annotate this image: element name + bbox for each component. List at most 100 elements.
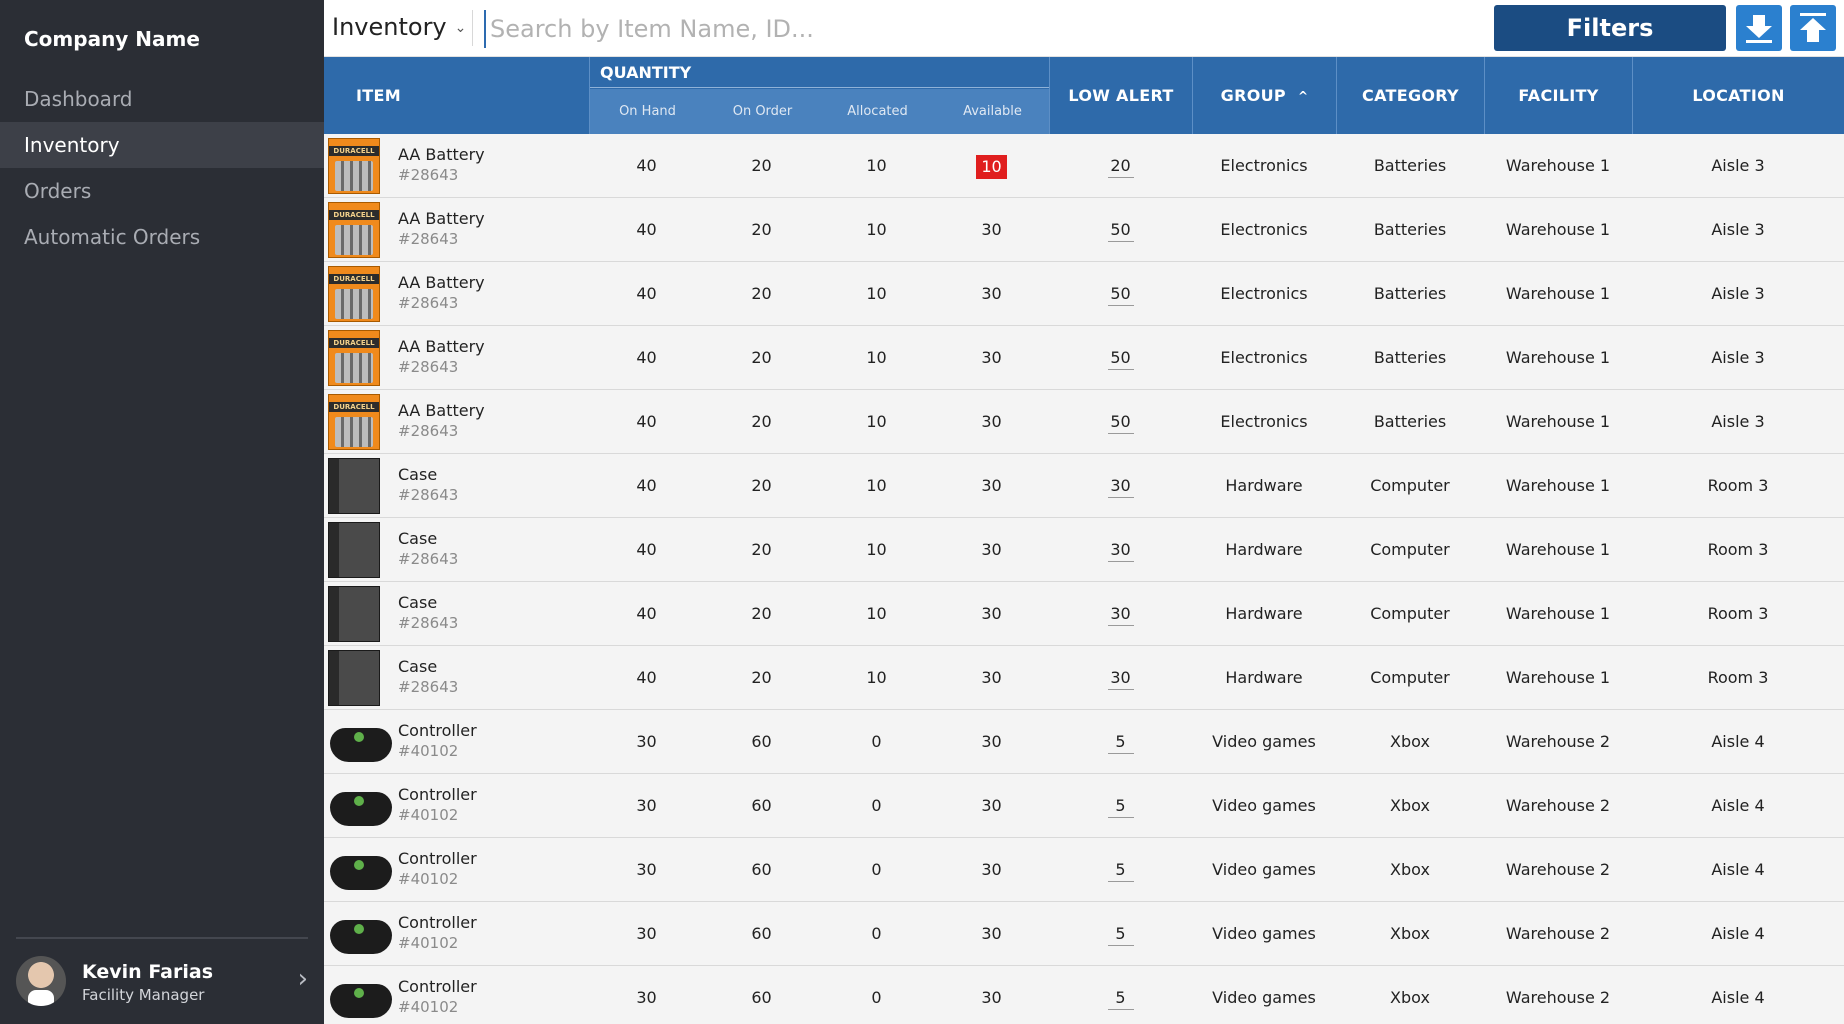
- cell-group-value: Video games: [1212, 860, 1316, 879]
- upload-button[interactable]: [1790, 5, 1836, 51]
- user-profile[interactable]: Kevin Farias Facility Manager ›: [16, 954, 308, 1010]
- cell-facility-value: Warehouse 1: [1505, 412, 1611, 431]
- cell-facility-value: Warehouse 1: [1505, 540, 1611, 559]
- cell-group: Video games: [1192, 966, 1336, 1024]
- view-select[interactable]: Inventory ⌄: [332, 13, 466, 41]
- cell-category-value: Xbox: [1390, 860, 1430, 879]
- item-name: Case: [398, 465, 438, 484]
- cell-group-value: Electronics: [1220, 284, 1308, 303]
- cell-allocated-value: 0: [871, 796, 882, 815]
- low-alert-input[interactable]: 20: [1107, 155, 1134, 178]
- column-header-item[interactable]: ITEM: [324, 57, 589, 134]
- column-header-location[interactable]: LOCATION: [1632, 57, 1844, 134]
- cell-on-order-value: 20: [751, 220, 772, 239]
- column-header-facility[interactable]: FACILITY: [1484, 57, 1632, 134]
- cell-category: Computer: [1336, 582, 1484, 646]
- sidebar-item-dashboard[interactable]: Dashboard: [0, 76, 324, 122]
- cell-facility: Warehouse 1: [1484, 646, 1632, 710]
- table-row[interactable]: Controller #40102 30 60 0 30 5 Video games Xbox W…: [324, 902, 1844, 966]
- cell-on-hand: 40: [589, 646, 704, 710]
- sort-ascending-icon: ^: [1297, 88, 1309, 103]
- cell-location: Aisle 3: [1632, 262, 1844, 326]
- cell-location: Aisle 4: [1632, 774, 1844, 838]
- column-header-group[interactable]: GROUP ^: [1192, 57, 1336, 134]
- cell-location: Room 3: [1632, 582, 1844, 646]
- cell-facility: Warehouse 2: [1484, 710, 1632, 774]
- cell-on-order: 20: [704, 198, 819, 262]
- low-alert-input[interactable]: 30: [1107, 667, 1134, 690]
- table-row[interactable]: AA Battery #28643 40 20 10 30 50 Electronics Bat…: [324, 198, 1844, 262]
- item-name: Controller: [398, 913, 477, 932]
- item-thumbnail: [328, 138, 380, 194]
- column-header-category[interactable]: CATEGORY: [1336, 57, 1484, 134]
- low-alert-input[interactable]: 5: [1107, 731, 1134, 754]
- table-row[interactable]: AA Battery #28643 40 20 10 10 20 Electronics Bat…: [324, 134, 1844, 198]
- cell-available-value: 30: [981, 476, 1002, 495]
- low-alert-input[interactable]: 50: [1107, 411, 1134, 434]
- cell-facility: Warehouse 1: [1484, 518, 1632, 582]
- table-row[interactable]: AA Battery #28643 40 20 10 30 50 Electronics Bat…: [324, 326, 1844, 390]
- table-row[interactable]: Controller #40102 30 60 0 30 5 Video games Xbox W…: [324, 838, 1844, 902]
- table-row[interactable]: Controller #40102 30 60 0 30 5 Video games Xbox W…: [324, 710, 1844, 774]
- cell-low-alert: 30: [1049, 582, 1192, 646]
- table-row[interactable]: AA Battery #28643 40 20 10 30 50 Electronics Bat…: [324, 262, 1844, 326]
- sidebar-item-inventory[interactable]: Inventory: [0, 122, 324, 168]
- low-alert-input[interactable]: 30: [1107, 539, 1134, 562]
- column-header-allocated[interactable]: Allocated: [820, 89, 935, 134]
- table-row[interactable]: Case #28643 40 20 10 30 30 Hardware Computer Ware…: [324, 646, 1844, 710]
- cell-on-order-value: 20: [751, 348, 772, 367]
- low-alert-input[interactable]: 30: [1107, 603, 1134, 626]
- download-button[interactable]: [1736, 5, 1782, 51]
- cell-allocated: 0: [819, 902, 934, 966]
- sidebar-divider: [16, 937, 308, 939]
- low-alert-input[interactable]: 5: [1107, 987, 1134, 1010]
- download-icon: [1746, 15, 1772, 43]
- low-alert-input[interactable]: 5: [1107, 923, 1134, 946]
- table-row[interactable]: AA Battery #28643 40 20 10 30 50 Electronics Bat…: [324, 390, 1844, 454]
- item-name: AA Battery: [398, 145, 485, 164]
- cell-on-hand: 30: [589, 966, 704, 1024]
- filters-button[interactable]: Filters: [1494, 5, 1726, 51]
- cell-facility-value: Warehouse 1: [1505, 156, 1611, 175]
- cell-on-order-value: 20: [751, 604, 772, 623]
- column-header-low-alert[interactable]: LOW ALERT: [1049, 57, 1192, 134]
- cell-on-hand-value: 40: [636, 348, 657, 367]
- cell-available: 30: [934, 198, 1049, 262]
- column-header-available[interactable]: Available: [935, 89, 1050, 134]
- cell-allocated: 0: [819, 774, 934, 838]
- cell-on-hand-value: 30: [636, 796, 657, 815]
- cell-facility: Warehouse 2: [1484, 774, 1632, 838]
- item-id: #40102: [398, 870, 459, 888]
- cell-available: 30: [934, 582, 1049, 646]
- cell-category: Batteries: [1336, 262, 1484, 326]
- table-row[interactable]: Controller #40102 30 60 0 30 5 Video games Xbox W…: [324, 966, 1844, 1024]
- table-row[interactable]: Case #28643 40 20 10 30 30 Hardware Computer Ware…: [324, 582, 1844, 646]
- table-row[interactable]: Case #28643 40 20 10 30 30 Hardware Computer Ware…: [324, 454, 1844, 518]
- cell-category-value: Batteries: [1373, 348, 1447, 367]
- column-header-on-order[interactable]: On Order: [705, 89, 820, 134]
- sidebar-item-automatic-orders[interactable]: Automatic Orders: [0, 214, 324, 260]
- sidebar-item-orders[interactable]: Orders: [0, 168, 324, 214]
- table-row[interactable]: Case #28643 40 20 10 30 30 Hardware Computer Ware…: [324, 518, 1844, 582]
- search-input[interactable]: [484, 10, 1484, 48]
- cell-category: Xbox: [1336, 966, 1484, 1024]
- low-alert-input[interactable]: 5: [1107, 859, 1134, 882]
- low-alert-input[interactable]: 50: [1107, 283, 1134, 306]
- table-row[interactable]: Controller #40102 30 60 0 30 5 Video games Xbox W…: [324, 774, 1844, 838]
- cell-allocated: 0: [819, 710, 934, 774]
- cell-on-order-value: 20: [751, 284, 772, 303]
- cell-allocated: 10: [819, 646, 934, 710]
- low-alert-input[interactable]: 30: [1107, 475, 1134, 498]
- cell-category-value: Batteries: [1373, 156, 1447, 175]
- cell-available-value: 30: [981, 668, 1002, 687]
- cell-allocated: 10: [819, 390, 934, 454]
- chevron-right-icon[interactable]: ›: [298, 964, 308, 994]
- cell-location-value: Aisle 4: [1711, 796, 1765, 815]
- column-header-on-hand[interactable]: On Hand: [590, 89, 705, 134]
- item-name: Controller: [398, 721, 477, 740]
- low-alert-input[interactable]: 50: [1107, 347, 1134, 370]
- low-alert-input[interactable]: 50: [1107, 219, 1134, 242]
- low-alert-input[interactable]: 5: [1107, 795, 1134, 818]
- cell-location: Aisle 3: [1632, 390, 1844, 454]
- cell-group-value: Hardware: [1225, 604, 1303, 623]
